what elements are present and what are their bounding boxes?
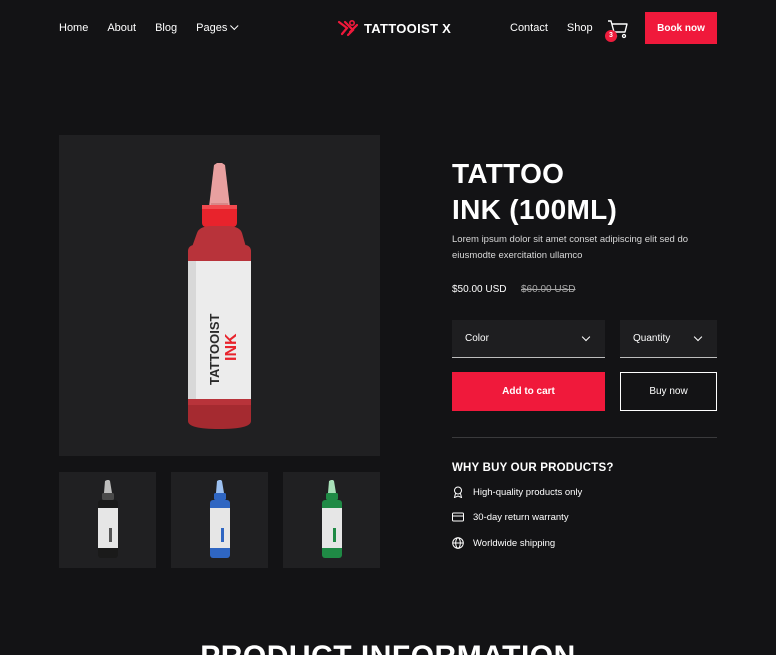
quantity-select[interactable]: Quantity [620,320,717,358]
award-icon [453,486,463,498]
cart-count-badge: 3 [605,30,617,42]
brand-logo-link[interactable]: TATTOOIST X [337,18,451,38]
product-title-line1: TATTOO [452,158,565,189]
tattoo-logo-icon [337,19,359,37]
globe-icon [452,537,464,549]
color-select[interactable]: Color [452,320,605,358]
feature-quality-label: High-quality products only [473,486,583,498]
green-ink-bottle-image [322,480,342,558]
thumbnail-green-ink[interactable] [283,472,380,568]
nav-shop-link[interactable]: Shop [567,22,593,34]
feature-return: 30-day return warranty [452,511,569,523]
thumbnail-blue-ink[interactable] [171,472,268,568]
nav-contact-link[interactable]: Contact [510,22,548,34]
nav-home-link[interactable]: Home [59,22,88,34]
bottle-label-text: TATTOOIST [207,313,222,385]
product-title-line2: INK (100ML) [452,194,618,225]
chevron-down-icon [230,21,239,31]
chevron-down-icon [693,332,703,342]
product-information-heading: PRODUCT INFORMATION [0,640,776,655]
chevron-down-icon [581,332,591,342]
ink-bottle-image: TATTOOIST INK [188,163,251,429]
feature-quality: High-quality products only [452,486,582,498]
nav-right-links: Contact Shop [510,22,593,34]
nav-left-links: Home About Blog Pages [59,21,239,34]
nav-pages-label: Pages [196,22,228,34]
black-ink-bottle-image [98,480,118,558]
product-description: Lorem ipsum dolor sit amet conset adipis… [452,234,689,261]
add-to-cart-button[interactable]: Add to cart [452,372,605,411]
book-now-button[interactable]: Book now [645,12,717,44]
divider [452,437,717,438]
brand-name: TATTOOIST X [364,20,452,36]
product-title: TATTOO INK (100ML) [452,156,672,228]
buy-now-button[interactable]: Buy now [620,372,717,411]
thumbnail-black-ink[interactable] [59,472,156,568]
feature-shipping: Worldwide shipping [452,537,555,549]
nav-blog-link[interactable]: Blog [155,22,177,34]
color-select-label: Color [465,333,489,344]
product-price: $50.00 USD [452,284,507,295]
product-main-image[interactable]: TATTOOIST INK [59,135,380,456]
quantity-select-label: Quantity [633,333,671,344]
blue-ink-bottle-image [210,480,230,558]
nav-pages-dropdown[interactable]: Pages [196,21,239,34]
card-icon [452,512,464,522]
product-old-price: $60.00 USD [521,284,576,295]
feature-shipping-label: Worldwide shipping [473,537,556,549]
feature-return-label: 30-day return warranty [473,511,569,523]
bottle-label-brand: INK [223,333,240,361]
top-navigation: Home About Blog Pages TATTOOIST X Contac… [0,0,776,58]
why-buy-heading: WHY BUY OUR PRODUCTS? [452,462,614,474]
nav-about-link[interactable]: About [107,22,136,34]
